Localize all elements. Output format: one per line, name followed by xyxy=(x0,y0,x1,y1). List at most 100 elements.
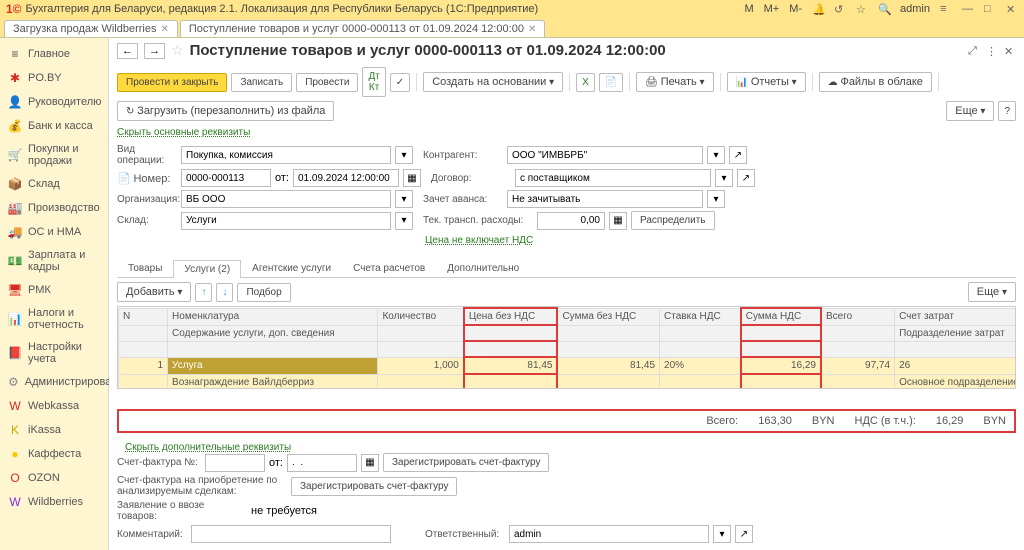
hide-requisites-link[interactable]: Скрыть основные реквизиты xyxy=(109,125,1024,140)
btn-m[interactable]: M xyxy=(744,3,753,15)
post-button[interactable]: Провести xyxy=(296,73,358,92)
save-button[interactable]: Записать xyxy=(231,73,292,92)
sidebar-item[interactable]: OOZON xyxy=(0,466,108,490)
invoice-date-input[interactable] xyxy=(287,454,357,472)
distribute-button[interactable]: Распределить xyxy=(631,211,715,230)
help-button[interactable]: ? xyxy=(998,101,1016,121)
maximize-icon[interactable]: □ xyxy=(984,3,996,15)
close-icon[interactable]: ✕ xyxy=(1006,3,1018,15)
contragent-label: Контрагент: xyxy=(423,150,503,161)
sidebar-item[interactable]: ✱PO.BY xyxy=(0,66,108,90)
sidebar-item[interactable]: 📕Настройки учета xyxy=(0,336,108,370)
table-row[interactable]: 1Услуга1,000 81,4581,4520% 16,2997,7426 … xyxy=(119,357,1017,374)
invoice-num-input[interactable] xyxy=(205,454,265,472)
sidebar-item[interactable]: 🛒Покупки и продажи xyxy=(0,138,108,172)
dropdown-icon[interactable]: ▾ xyxy=(707,190,725,208)
sidebar-item[interactable]: 🚚ОС и НМА xyxy=(0,220,108,244)
services-table[interactable]: NНоменклатураКоличествоЦена без НДССумма… xyxy=(117,306,1016,389)
responsible-select[interactable] xyxy=(509,525,709,543)
reload-button[interactable]: ↻ Загрузить (перезаполнить) из файла xyxy=(117,101,334,121)
sidebar-item[interactable]: ⚙Администрирование xyxy=(0,370,108,394)
contract-select[interactable] xyxy=(515,169,711,187)
open-icon[interactable]: ↗ xyxy=(729,146,747,164)
star-icon[interactable]: ☆ xyxy=(856,3,868,15)
contragent-select[interactable] xyxy=(507,146,703,164)
sidebar-item[interactable]: 📦Склад xyxy=(0,172,108,196)
cloud-files-button[interactable]: ☁ Файлы в облаке xyxy=(819,72,932,92)
toolbox-icon[interactable]: ≡ xyxy=(940,3,952,15)
sidebar-item[interactable]: KiKassa xyxy=(0,418,108,442)
btn-m-plus[interactable]: M+ xyxy=(764,3,780,15)
calendar-icon[interactable]: ▦ xyxy=(403,169,421,187)
sidebar-item[interactable]: 🖥РМК xyxy=(0,278,108,302)
calendar-icon[interactable]: ▦ xyxy=(361,454,379,472)
dt-kt-icon[interactable]: ДтКт xyxy=(362,67,385,97)
btn-m-minus[interactable]: M- xyxy=(789,3,802,15)
tab-wildberries[interactable]: Загрузка продаж Wildberries✕ xyxy=(4,20,178,37)
search-icon[interactable]: 🔍 xyxy=(878,3,890,15)
more-button[interactable]: Еще ▾ xyxy=(946,101,994,121)
file-icon[interactable]: 📄 xyxy=(599,73,623,92)
nav-fwd[interactable]: → xyxy=(144,43,165,59)
advance-select[interactable] xyxy=(507,190,703,208)
user-label[interactable]: admin xyxy=(900,3,930,15)
print-button[interactable]: 🖨 Печать ▾ xyxy=(636,72,713,92)
history-icon[interactable]: ↺ xyxy=(834,3,846,15)
select-items-button[interactable]: Подбор xyxy=(237,283,290,302)
calc-icon[interactable]: ▦ xyxy=(609,212,627,230)
tab-goods[interactable]: Товары xyxy=(117,259,173,277)
bell-icon[interactable]: 🔔 xyxy=(812,3,824,15)
sidebar-item[interactable]: 💵Зарплата и кадры xyxy=(0,244,108,278)
register-invoice-button-2[interactable]: Зарегистрировать счет-фактуру xyxy=(291,477,457,496)
dropdown-icon[interactable]: ▾ xyxy=(395,212,413,230)
close-icon[interactable]: ✕ xyxy=(528,24,536,35)
number-input[interactable] xyxy=(181,169,271,187)
transport-input[interactable] xyxy=(537,212,605,230)
dropdown-icon[interactable]: ▾ xyxy=(715,169,733,187)
warehouse-select[interactable] xyxy=(181,212,391,230)
sidebar-item[interactable]: ≡Главное xyxy=(0,42,108,66)
dropdown-icon[interactable]: ▾ xyxy=(713,525,731,543)
menu-icon[interactable]: ⋮ xyxy=(986,45,998,57)
move-down-icon[interactable]: ↓ xyxy=(216,283,233,302)
tab-accounts[interactable]: Счета расчетов xyxy=(342,259,436,277)
date-input[interactable] xyxy=(293,169,399,187)
tab-document[interactable]: Поступление товаров и услуг 0000-000113 … xyxy=(180,20,546,37)
nav-back[interactable]: ← xyxy=(117,43,138,59)
expand-icon[interactable]: ⤢ xyxy=(968,45,980,57)
excel-icon[interactable]: X xyxy=(576,73,595,92)
sidebar-item[interactable]: 🏭Производство xyxy=(0,196,108,220)
op-type-select[interactable] xyxy=(181,146,391,164)
dropdown-icon[interactable]: ▾ xyxy=(395,190,413,208)
sidebar-item[interactable]: WWildberries xyxy=(0,490,108,514)
favorite-star[interactable]: ☆ xyxy=(171,42,184,59)
sidebar-item[interactable]: 👤Руководителю xyxy=(0,90,108,114)
sidebar-item[interactable]: 📊Налоги и отчетность xyxy=(0,302,108,336)
tab-agent[interactable]: Агентские услуги xyxy=(241,259,342,277)
table-row[interactable]: Вознаграждение Вайлдберриз Основное подр… xyxy=(119,374,1017,389)
close-window-icon[interactable]: ✕ xyxy=(1004,45,1016,57)
reports-button[interactable]: 📊 Отчеты ▾ xyxy=(727,72,806,92)
post-and-close-button[interactable]: Провести и закрыть xyxy=(117,73,227,92)
more-button[interactable]: Еще ▾ xyxy=(968,282,1016,302)
create-based-button[interactable]: Создать на основании ▾ xyxy=(423,72,563,92)
comment-input[interactable] xyxy=(191,525,391,543)
price-link[interactable]: Цена не включает НДС xyxy=(417,233,541,248)
dropdown-icon[interactable]: ▾ xyxy=(395,146,413,164)
register-invoice-button[interactable]: Зарегистрировать счет-фактуру xyxy=(383,453,549,472)
open-icon[interactable]: ↗ xyxy=(737,169,755,187)
tab-services[interactable]: Услуги (2) xyxy=(173,260,241,278)
sidebar-item[interactable]: ●Каффеста xyxy=(0,442,108,466)
org-select[interactable] xyxy=(181,190,391,208)
select-icon[interactable]: ✓ xyxy=(390,73,410,92)
tab-extra[interactable]: Дополнительно xyxy=(436,259,530,277)
sidebar-item[interactable]: 💰Банк и касса xyxy=(0,114,108,138)
open-icon[interactable]: ↗ xyxy=(735,525,753,543)
move-up-icon[interactable]: ↑ xyxy=(195,283,212,302)
add-row-button[interactable]: Добавить ▾ xyxy=(117,282,191,302)
minimize-icon[interactable]: — xyxy=(962,3,974,15)
sidebar-item[interactable]: WWebkassa xyxy=(0,394,108,418)
dropdown-icon[interactable]: ▾ xyxy=(707,146,725,164)
nav-icon: K xyxy=(8,423,22,437)
close-icon[interactable]: ✕ xyxy=(160,24,168,35)
